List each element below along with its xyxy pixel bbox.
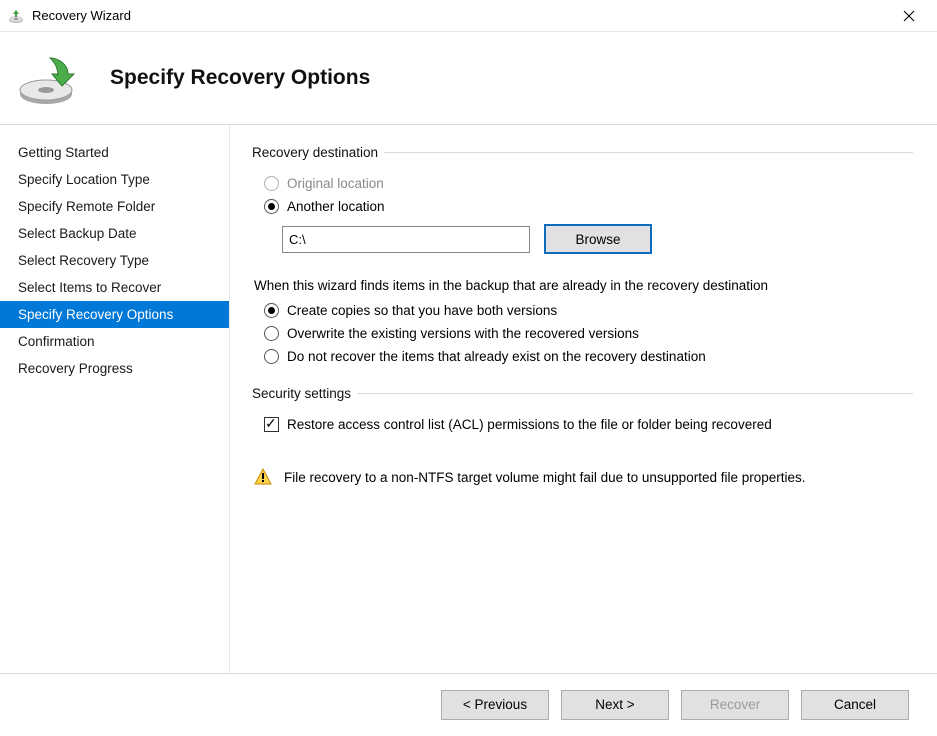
option-original-location: Original location	[254, 172, 913, 195]
step-confirmation[interactable]: Confirmation	[0, 328, 229, 355]
wizard-footer: < Previous Next > Recover Cancel	[0, 673, 937, 735]
wizard-sidebar: Getting Started Specify Location Type Sp…	[0, 125, 230, 673]
step-specify-location-type[interactable]: Specify Location Type	[0, 166, 229, 193]
radio-overwrite[interactable]	[264, 326, 279, 341]
label-restore-acl: Restore access control list (ACL) permis…	[287, 417, 772, 432]
conflict-description: When this wizard finds items in the back…	[254, 278, 913, 293]
radio-original-location	[264, 176, 279, 191]
step-select-backup-date[interactable]: Select Backup Date	[0, 220, 229, 247]
recovery-large-icon	[18, 50, 82, 106]
recovery-destination-group: Recovery destination Original location A…	[254, 145, 913, 270]
step-recovery-progress[interactable]: Recovery Progress	[0, 355, 229, 382]
window-title: Recovery Wizard	[32, 8, 889, 23]
label-original-location: Original location	[287, 176, 384, 191]
next-button[interactable]: Next >	[561, 690, 669, 720]
radio-another-location[interactable]	[264, 199, 279, 214]
destination-path-input[interactable]	[282, 226, 530, 253]
label-do-not-recover: Do not recover the items that already ex…	[287, 349, 706, 364]
path-row: Browse	[254, 218, 913, 262]
wizard-body: Getting Started Specify Location Type Sp…	[0, 125, 937, 673]
close-button[interactable]	[889, 0, 929, 32]
titlebar: Recovery Wizard	[0, 0, 937, 32]
warning-row: File recovery to a non-NTFS target volum…	[254, 452, 913, 486]
recovery-wizard-icon	[8, 8, 24, 24]
previous-button[interactable]: < Previous	[441, 690, 549, 720]
option-overwrite[interactable]: Overwrite the existing versions with the…	[254, 322, 913, 345]
label-another-location: Another location	[287, 199, 385, 214]
close-icon	[903, 10, 915, 22]
radio-do-not-recover[interactable]	[264, 349, 279, 364]
warning-icon	[254, 468, 272, 486]
step-specify-recovery-options[interactable]: Specify Recovery Options	[0, 301, 229, 328]
security-settings-legend: Security settings	[252, 386, 357, 401]
option-restore-acl[interactable]: Restore access control list (ACL) permis…	[254, 413, 913, 436]
label-overwrite: Overwrite the existing versions with the…	[287, 326, 639, 341]
checkbox-restore-acl[interactable]	[264, 417, 279, 432]
warning-text: File recovery to a non-NTFS target volum…	[284, 470, 806, 485]
step-specify-remote-folder[interactable]: Specify Remote Folder	[0, 193, 229, 220]
radio-create-copies[interactable]	[264, 303, 279, 318]
recovery-destination-legend: Recovery destination	[252, 145, 384, 160]
step-getting-started[interactable]: Getting Started	[0, 139, 229, 166]
option-another-location[interactable]: Another location	[254, 195, 913, 218]
option-create-copies[interactable]: Create copies so that you have both vers…	[254, 299, 913, 322]
browse-button[interactable]: Browse	[544, 224, 652, 254]
option-do-not-recover[interactable]: Do not recover the items that already ex…	[254, 345, 913, 368]
label-create-copies: Create copies so that you have both vers…	[287, 303, 557, 318]
step-select-items-to-recover[interactable]: Select Items to Recover	[0, 274, 229, 301]
security-settings-group: Security settings Restore access control…	[254, 386, 913, 444]
page-heading: Specify Recovery Options	[110, 66, 370, 90]
recover-button: Recover	[681, 690, 789, 720]
step-select-recovery-type[interactable]: Select Recovery Type	[0, 247, 229, 274]
cancel-button[interactable]: Cancel	[801, 690, 909, 720]
wizard-content: Recovery destination Original location A…	[230, 125, 937, 673]
wizard-header: Specify Recovery Options	[0, 32, 937, 125]
